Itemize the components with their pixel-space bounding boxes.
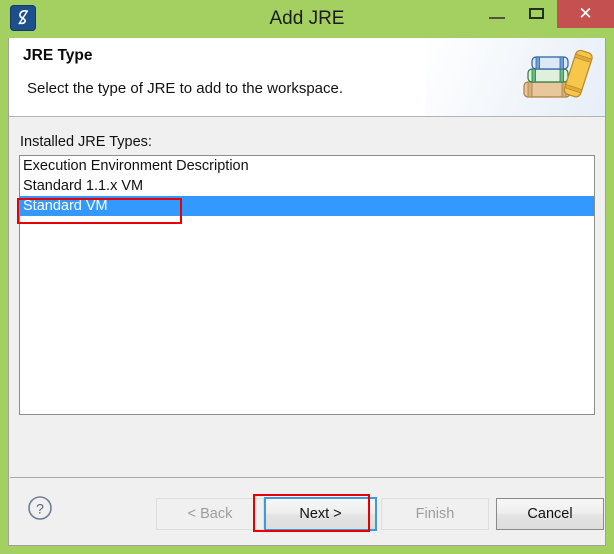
finish-button[interactable]: Finish <box>381 498 489 530</box>
list-item-selected[interactable]: Standard VM <box>20 196 594 216</box>
page-description: Select the type of JRE to add to the wor… <box>27 80 344 97</box>
close-button[interactable]: ✕ <box>557 0 614 28</box>
page-title: JRE Type <box>23 47 93 64</box>
back-button[interactable]: < Back <box>156 498 264 530</box>
svg-text:?: ? <box>36 501 44 517</box>
maximize-icon <box>529 8 544 19</box>
minimize-icon <box>489 17 505 19</box>
list-item[interactable]: Standard 1.1.x VM <box>20 176 594 196</box>
next-button[interactable]: Next > <box>264 497 377 531</box>
list-item[interactable]: Execution Environment Description <box>20 156 594 176</box>
maximize-button[interactable] <box>517 0 557 28</box>
dialog-body: JRE Type Select the type of JRE to add t… <box>8 38 606 546</box>
installed-jre-types-label: Installed JRE Types: <box>20 134 152 150</box>
books-stack-icon <box>523 49 593 98</box>
minimize-button[interactable] <box>477 0 517 28</box>
add-jre-dialog-window: Add JRE ✕ JRE Type Select the type of JR… <box>0 0 614 554</box>
title-bar: Add JRE ✕ <box>0 0 614 38</box>
footer-divider <box>10 477 604 478</box>
jre-types-list[interactable]: Execution Environment Description Standa… <box>19 155 595 415</box>
close-icon: ✕ <box>578 4 593 23</box>
cancel-button[interactable]: Cancel <box>496 498 604 530</box>
dialog-header: JRE Type Select the type of JRE to add t… <box>9 38 605 117</box>
help-icon[interactable]: ? <box>27 495 53 521</box>
eclipse-s-icon <box>10 5 36 31</box>
